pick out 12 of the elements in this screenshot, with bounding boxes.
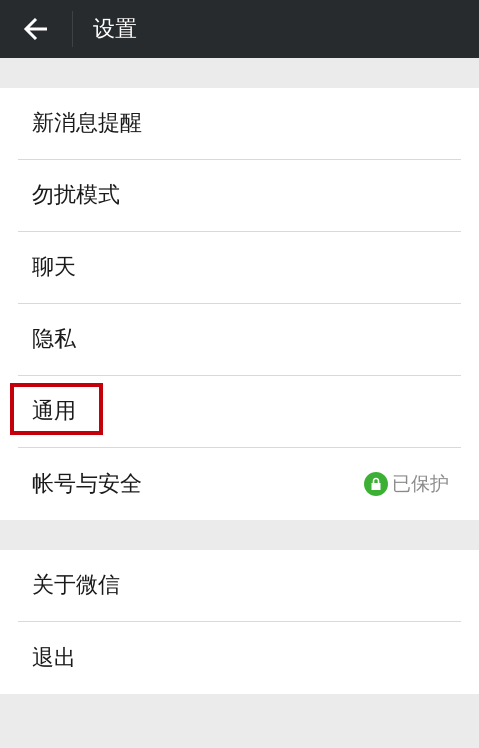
settings-item[interactable]: 帐号与安全 bbox=[32, 468, 142, 500]
back-icon bbox=[24, 18, 48, 40]
settings-item[interactable]: 关于微信 bbox=[32, 569, 120, 602]
settings-item[interactable]: 勿扰模式 bbox=[32, 179, 120, 212]
settings-item[interactable]: 新消息提醒 bbox=[32, 107, 142, 140]
lock-icon bbox=[364, 472, 388, 496]
settings-item[interactable]: 通用 bbox=[32, 395, 76, 428]
settings-item[interactable]: 退出 bbox=[32, 642, 76, 674]
screen-title: 设置 bbox=[93, 16, 137, 44]
settings-item[interactable]: 聊天 bbox=[32, 251, 76, 284]
settings-item[interactable]: 隐私 bbox=[32, 323, 76, 356]
status-text: 已保护 bbox=[392, 472, 449, 497]
